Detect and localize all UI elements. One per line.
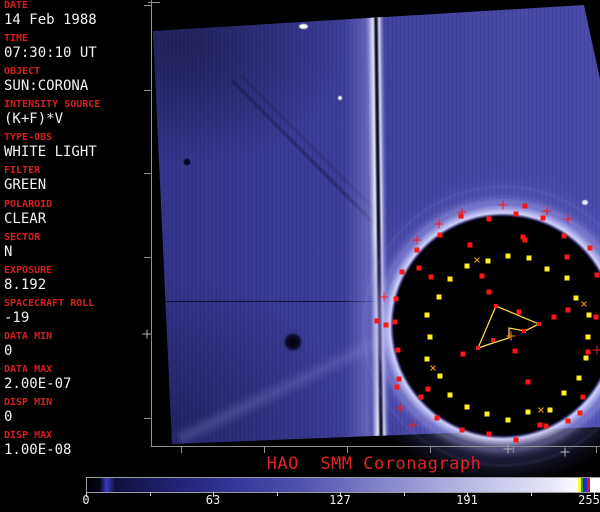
colorbar-tick-label: 63 xyxy=(206,493,220,507)
colorbar-tick-label: 0 xyxy=(82,493,89,507)
bottom-axis-tick xyxy=(181,447,182,453)
colorbar-stripe xyxy=(587,478,590,492)
viewer-title: HAO SMM Coronagraph xyxy=(148,454,600,474)
colorbar-minor-tick xyxy=(404,492,405,496)
colorbar-minor-tick xyxy=(277,492,278,496)
left-axis-tick xyxy=(144,90,151,91)
image-axes xyxy=(0,0,600,512)
smm-coronagraph-viewer: DATE14 Feb 1988TIME07:30:10 UTOBJECTSUN:… xyxy=(0,0,600,512)
colorbar-tick-label: 191 xyxy=(456,493,478,507)
colorbar-tick-label: 255 xyxy=(578,493,600,507)
colorbar-minor-tick xyxy=(150,492,151,496)
bottom-axis-tick xyxy=(596,447,597,453)
bottom-axis-tick xyxy=(513,447,514,453)
bottom-axis-tick xyxy=(264,447,265,453)
colorbar-tick-label: 127 xyxy=(329,493,351,507)
left-axis-tick xyxy=(144,173,151,174)
left-axis-tick xyxy=(144,257,151,258)
top-axis-stub xyxy=(148,2,160,3)
left-axis-tick xyxy=(144,418,151,419)
colorbar xyxy=(86,477,600,493)
bottom-axis-tick xyxy=(430,447,431,453)
bottom-axis-tick xyxy=(347,447,348,453)
left-axis-line xyxy=(151,0,152,447)
left-axis-tick xyxy=(144,5,151,6)
colorbar-minor-tick xyxy=(531,492,532,496)
bottom-axis-line xyxy=(151,446,600,447)
